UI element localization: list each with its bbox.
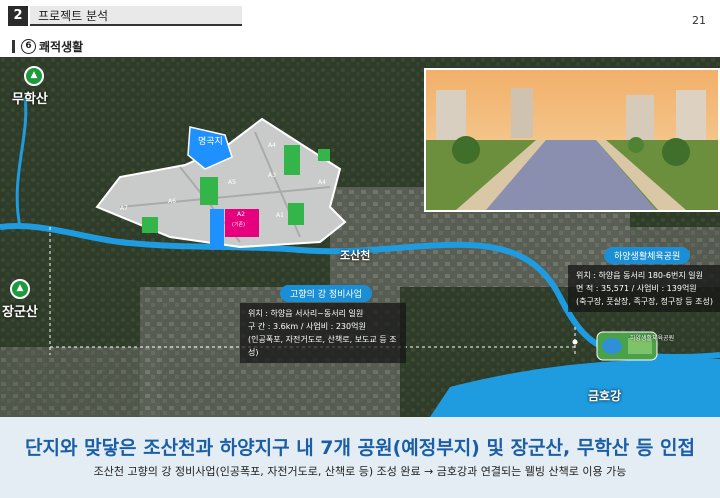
stadium-info-line: 위치 : 하양읍 동서리 180-6번지 일원	[576, 271, 703, 280]
block-label: A5	[228, 179, 236, 186]
section-title: 프로젝트 분석	[30, 6, 242, 26]
block-label: A2	[237, 211, 245, 218]
stadium-info-line: (축구장, 풋살장, 족구장, 정구장 등 조성)	[576, 297, 713, 306]
subheading-title: 쾌적생활	[39, 39, 84, 54]
mountain-label-muhaksan: 무학산	[12, 92, 48, 107]
page-number: 21	[692, 14, 706, 27]
pond-label: 명곡지	[198, 137, 223, 147]
subheading: 6 쾌적생활	[12, 38, 83, 54]
river-label-geumhogang: 금호강	[588, 389, 622, 403]
project-info-line: 위치 : 하양읍 서사리~동서리 일원	[248, 309, 364, 318]
project-info-line: 구 간 : 3.6km / 사업비 : 230억원	[248, 322, 366, 331]
stadium-park-pill: 하양생활체육공원	[604, 247, 691, 264]
block-label: A7	[120, 205, 128, 212]
subheading-bar	[12, 39, 15, 53]
block-label: A3	[268, 172, 276, 179]
stream-rendering-photo	[424, 68, 720, 212]
summary-subline: 조산천 고향의 강 정비사업(인공폭포, 자전거도로, 산책로 등) 조성 완료…	[93, 465, 627, 478]
river-label-josancheon: 조산천	[340, 249, 371, 262]
summary-headline: 단지와 맞닿은 조산천과 하양지구 내 7개 공원(예정부지) 및 장군산, 무…	[25, 437, 695, 459]
block-a2-caption: (기존)	[232, 222, 246, 228]
block-label: A6	[168, 198, 176, 205]
slide-header: 2 프로젝트 분석 21	[0, 0, 720, 34]
stadium-info-line: 면 적 : 35,571 / 사업비 : 139억원	[576, 284, 697, 293]
mountain-label-janggunsan: 장군산	[2, 305, 38, 320]
project-info-line: (인공폭포, 자전거도로, 산책로, 보도교 등 조성)	[248, 335, 397, 357]
aerial-map: ▲ 무학산 ▲ 장군산 조산천 금호강 명곡지 A4 A3 A5 A6 A7 A…	[0, 57, 720, 417]
section-number: 2	[8, 6, 28, 26]
project-info-box: 위치 : 하양읍 서사리~동서리 일원 구 간 : 3.6km / 사업비 : …	[240, 303, 406, 363]
project-pill: 고향의 강 정비사업	[280, 285, 372, 302]
stadium-small-label: 하양생활체육공원	[630, 335, 675, 342]
stadium-info-box: 위치 : 하양읍 동서리 180-6번지 일원 면 적 : 35,571 / 사…	[568, 265, 720, 312]
block-label: A1	[276, 212, 284, 219]
block-label: A4	[318, 179, 326, 186]
block-label: A4	[268, 142, 276, 149]
circled-number: 6	[21, 38, 36, 54]
mountain-pin-icon: ▲	[24, 66, 44, 86]
mountain-pin-icon: ▲	[10, 279, 30, 299]
